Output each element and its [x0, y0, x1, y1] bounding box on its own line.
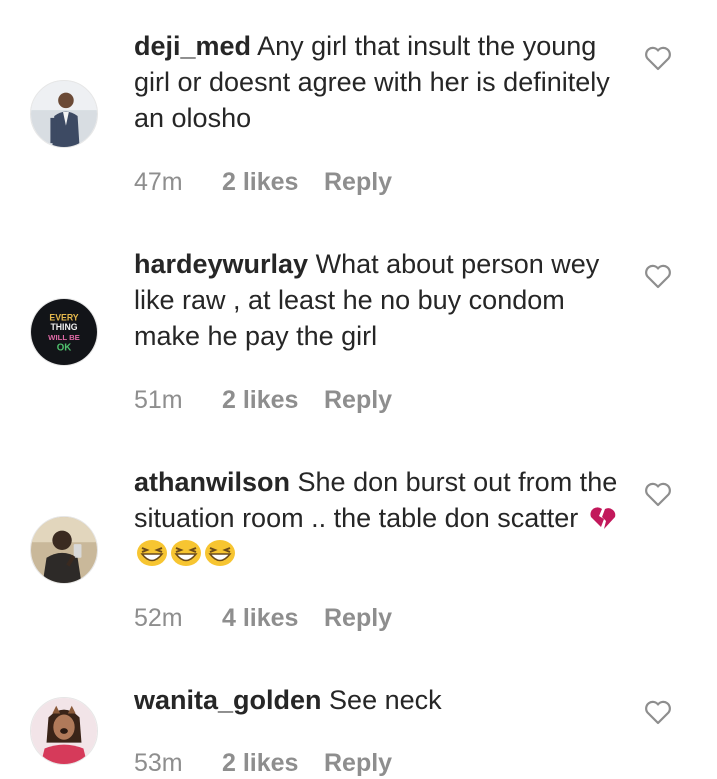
comment-username[interactable]: hardeywurlay — [134, 249, 308, 279]
avatar[interactable] — [30, 80, 98, 148]
comment-username[interactable]: wanita_golden — [134, 685, 322, 715]
grinning-squinting-face-emoji — [137, 540, 167, 566]
comment-meta: 51m 2 likes Reply — [134, 386, 392, 415]
comment-body: See neck — [329, 685, 442, 715]
comment-likes[interactable]: 4 likes — [222, 604, 324, 633]
comment-text: hardeywurlay What about person wey like … — [134, 246, 624, 354]
reply-button[interactable]: Reply — [324, 386, 392, 414]
comment-likes[interactable]: 2 likes — [222, 749, 324, 778]
avatar-text-line: WILL BE — [48, 333, 80, 342]
comment-text: deji_med Any girl that insult the young … — [134, 28, 624, 136]
comment-username[interactable]: athanwilson — [134, 467, 290, 497]
heart-outline-icon[interactable] — [644, 481, 672, 507]
comment-text: athanwilson She don burst out from the s… — [134, 464, 624, 572]
reply-button[interactable]: Reply — [324, 749, 392, 777]
comment-meta: 47m 2 likes Reply — [134, 168, 392, 197]
text-graphic-avatar: EVERY THING WILL BE OK — [31, 299, 97, 365]
grinning-squinting-face-emoji — [205, 540, 235, 566]
man-in-suit-avatar — [31, 81, 97, 147]
avatar-text-line: OK — [57, 342, 72, 353]
comment-meta: 53m 2 likes Reply — [134, 749, 392, 778]
reply-button[interactable]: Reply — [324, 604, 392, 632]
selfie-man-avatar — [31, 517, 97, 583]
reply-button[interactable]: Reply — [324, 168, 392, 196]
comment-likes[interactable]: 2 likes — [222, 168, 324, 197]
heart-outline-icon[interactable] — [644, 263, 672, 289]
avatar[interactable]: EVERY THING WILL BE OK — [30, 298, 98, 366]
comment-likes[interactable]: 2 likes — [222, 386, 324, 415]
avatar[interactable] — [30, 516, 98, 584]
heart-outline-icon[interactable] — [644, 45, 672, 71]
broken-heart-emoji — [590, 507, 615, 529]
grinning-squinting-face-emoji — [171, 540, 201, 566]
avatar-text-line: THING — [50, 322, 77, 332]
woman-filter-avatar — [31, 698, 97, 764]
comment-username[interactable]: deji_med — [134, 31, 251, 61]
avatar[interactable] — [30, 697, 98, 765]
comment-time: 52m — [134, 604, 183, 632]
heart-outline-icon[interactable] — [644, 699, 672, 725]
avatar-text-line: EVERY — [49, 312, 78, 322]
comment-time: 51m — [134, 386, 183, 414]
comment-text: wanita_golden See neck — [134, 682, 624, 718]
comment-meta: 52m 4 likes Reply — [134, 604, 392, 633]
comment-time: 47m — [134, 168, 183, 196]
comment-time: 53m — [134, 749, 183, 777]
